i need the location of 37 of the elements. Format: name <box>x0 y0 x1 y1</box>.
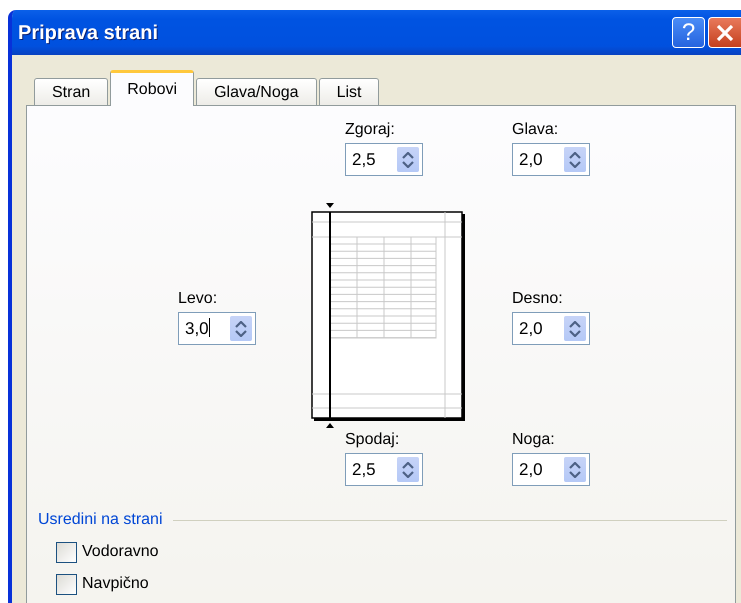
field-value: 2,0 <box>518 318 544 340</box>
tab[interactable]: Stran <box>34 78 108 106</box>
tab[interactable]: Glava/Noga <box>196 78 317 106</box>
spin-field[interactable]: 2,5 <box>345 143 423 176</box>
spin-field[interactable]: 2,0 <box>512 453 590 486</box>
spin-arrows-icon[interactable] <box>229 315 253 342</box>
field-label: Glava: <box>512 120 560 140</box>
spin-arrows-icon[interactable] <box>563 456 587 483</box>
spin-field[interactable]: 2,0 <box>512 143 590 176</box>
field-value: 3,0 <box>184 316 211 340</box>
spin-field[interactable]: 3,0 <box>178 312 256 345</box>
checkbox-label: Navpično <box>82 574 149 594</box>
spin-arrows-icon[interactable] <box>396 456 420 483</box>
spin-arrows-icon[interactable] <box>396 146 420 173</box>
spin-arrows-icon[interactable] <box>563 146 587 173</box>
field-label: Noga: <box>512 430 556 450</box>
tab[interactable]: List <box>318 78 380 106</box>
checkbox-label: Vodoravno <box>82 542 159 562</box>
checkbox[interactable] <box>56 542 77 562</box>
field-label: Levo: <box>178 289 218 309</box>
spin-field[interactable]: 2,0 <box>512 312 590 345</box>
field-value: 2,5 <box>351 458 377 481</box>
field-value: 2,0 <box>518 148 544 171</box>
spin-arrows-icon[interactable] <box>563 315 587 342</box>
help-button[interactable]: ? <box>672 17 705 48</box>
spin-field[interactable]: 2,5 <box>345 453 423 486</box>
field-value: 2,5 <box>351 148 377 171</box>
field-value: 2,0 <box>518 458 544 481</box>
window-title: Priprava strani <box>18 20 158 46</box>
checkbox[interactable] <box>56 574 77 594</box>
group-title: Usredini na strani <box>38 510 162 530</box>
field-label: Desno: <box>512 289 564 309</box>
close-button[interactable] <box>708 17 741 48</box>
tab[interactable]: Robovi <box>110 70 194 106</box>
field-label: Zgoraj: <box>345 120 396 140</box>
field-label: Spodaj: <box>345 430 400 450</box>
close-icon[interactable] <box>715 22 735 42</box>
